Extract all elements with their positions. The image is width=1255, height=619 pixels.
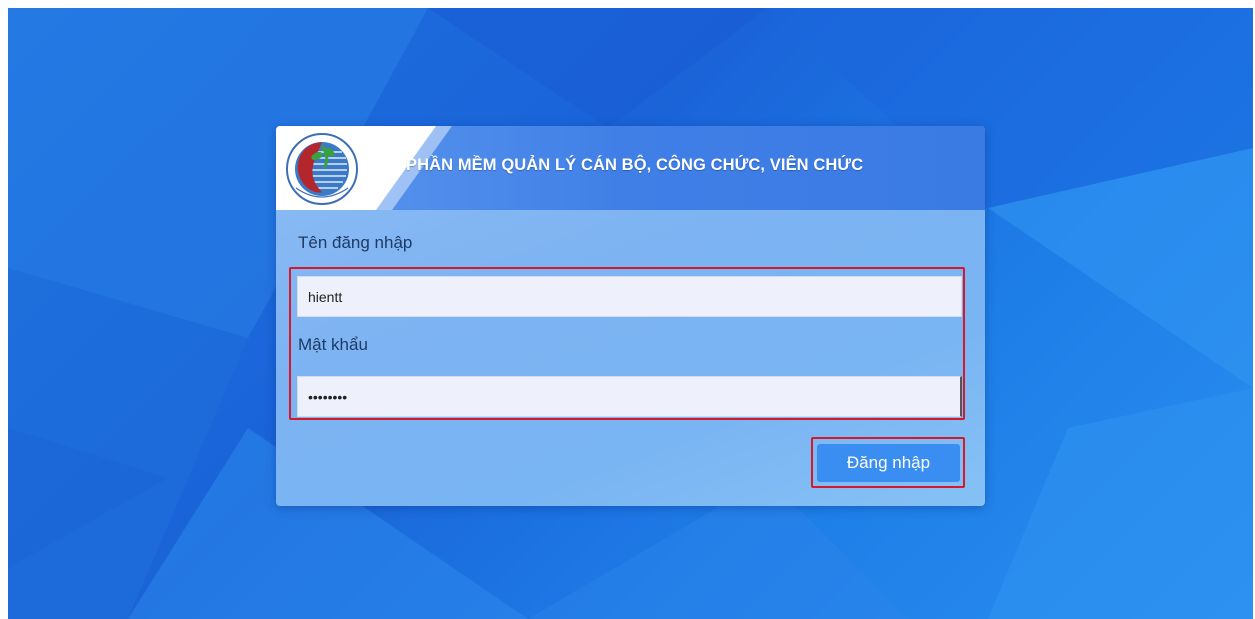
ministry-logo-icon	[286, 133, 358, 205]
login-page: PHẦN MỀM QUẢN LÝ CÁN BỘ, CÔNG CHỨC, VIÊN…	[8, 8, 1253, 619]
login-panel: PHẦN MỀM QUẢN LÝ CÁN BỘ, CÔNG CHỨC, VIÊN…	[276, 126, 985, 506]
username-label: Tên đăng nhập	[298, 233, 413, 252]
password-input[interactable]	[297, 376, 962, 417]
login-button[interactable]: Đăng nhập	[817, 444, 960, 482]
username-input[interactable]	[297, 276, 962, 317]
panel-header: PHẦN MỀM QUẢN LÝ CÁN BỘ, CÔNG CHỨC, VIÊN…	[276, 126, 985, 210]
app-title: PHẦN MỀM QUẢN LÝ CÁN BỘ, CÔNG CHỨC, VIÊN…	[406, 156, 864, 174]
password-label: Mật khẩu	[298, 335, 368, 354]
